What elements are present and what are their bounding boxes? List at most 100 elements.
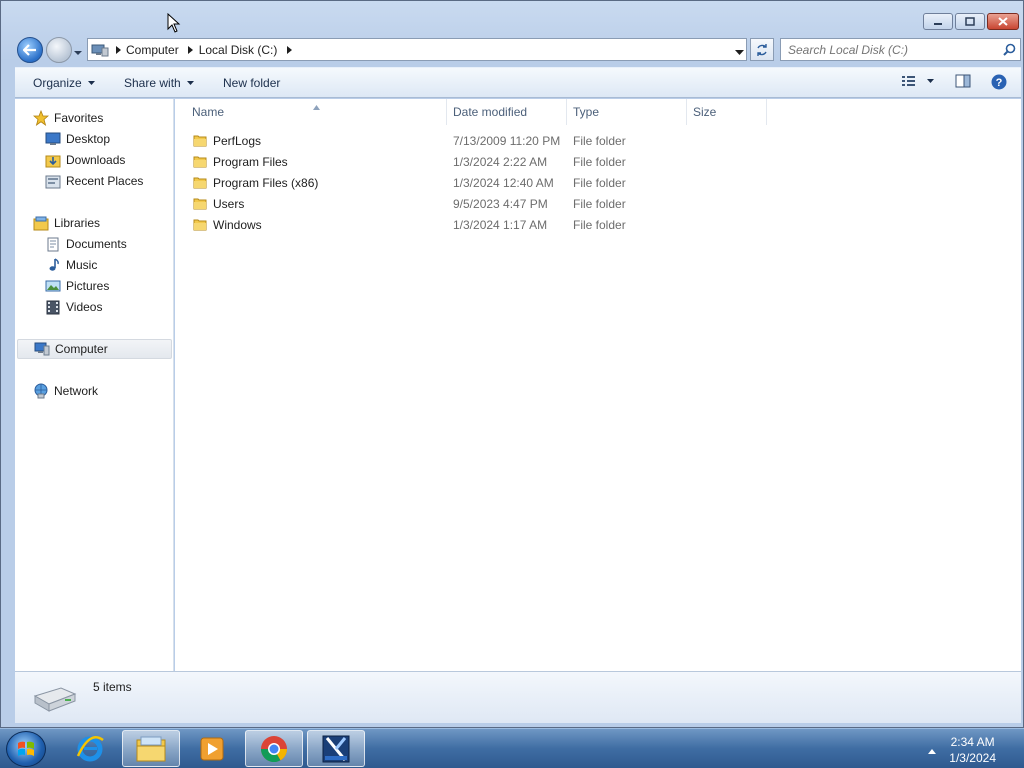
column-header-date-modified[interactable]: Date modified (453, 99, 565, 125)
nav-videos[interactable]: Videos (45, 297, 102, 317)
address-history-dropdown[interactable] (735, 45, 744, 59)
file-date: 1/3/2024 1:17 AM (453, 218, 548, 232)
pictures-icon (45, 278, 61, 294)
change-view-button[interactable] (901, 74, 934, 88)
chevron-up-icon (928, 749, 936, 754)
forward-button[interactable] (46, 37, 72, 63)
internet-explorer-taskbar-button[interactable] (61, 730, 119, 767)
title-bar[interactable] (1, 1, 1023, 33)
share-with-button[interactable]: Share with (124, 76, 194, 90)
star-icon (33, 110, 49, 126)
nav-recent-places-label: Recent Places (66, 174, 144, 188)
nav-network[interactable]: Network (33, 381, 98, 401)
file-date: 9/5/2023 4:47 PM (453, 197, 548, 211)
nav-computer-label: Computer (55, 342, 108, 356)
chrome-icon (260, 735, 288, 762)
clock-time: 2:34 AM (950, 735, 995, 749)
breadcrumb-arrow-icon[interactable] (283, 45, 295, 54)
window-controls (923, 13, 1019, 30)
show-hidden-icons-button[interactable] (928, 743, 936, 757)
help-icon: ? (991, 74, 1007, 90)
maximize-button[interactable] (955, 13, 985, 30)
share-with-label: Share with (124, 76, 181, 90)
organize-button[interactable]: Organize (33, 76, 95, 90)
file-row[interactable]: PerfLogs 7/13/2009 11:20 PM File folder (189, 131, 779, 151)
file-name: Program Files (x86) (213, 176, 319, 190)
file-row[interactable]: Program Files (x86) 1/3/2024 12:40 AM Fi… (189, 173, 779, 193)
system-tray: 2:34 AM 1/3/2024 (914, 729, 1024, 768)
preview-pane-button[interactable] (955, 74, 971, 88)
column-separator[interactable] (686, 99, 687, 125)
navigation-pane: Favorites Desktop Downloads Recent Place… (15, 99, 174, 671)
chevron-down-icon (74, 51, 82, 55)
mouse-cursor (167, 12, 181, 36)
nav-network-label: Network (54, 384, 99, 398)
new-folder-button[interactable]: New folder (223, 76, 280, 90)
downloads-folder-icon (45, 152, 61, 168)
folder-icon (136, 736, 166, 761)
hard-drive-icon (31, 684, 77, 715)
windows-explorer-taskbar-button[interactable] (122, 730, 180, 767)
nav-libraries[interactable]: Libraries (33, 213, 100, 233)
desktop-icon (45, 131, 61, 147)
column-separator[interactable] (766, 99, 767, 125)
video-editor-taskbar-button[interactable] (307, 730, 365, 767)
breadcrumb-arrow-icon[interactable] (112, 45, 124, 54)
close-button[interactable] (987, 13, 1019, 30)
file-type: File folder (573, 155, 626, 169)
details-pane: 5 items (15, 671, 1021, 723)
file-type: File folder (573, 176, 626, 190)
breadcrumb-computer[interactable]: Computer (124, 43, 185, 57)
column-separator[interactable] (446, 99, 447, 125)
search-box[interactable] (780, 38, 1021, 61)
clock-date: 1/3/2024 (949, 751, 996, 765)
taskbar: 2:34 AM 1/3/2024 (0, 728, 1024, 768)
chevron-down-icon (87, 81, 95, 85)
sort-ascending-icon (313, 99, 320, 113)
file-row[interactable]: Users 9/5/2023 4:47 PM File folder (189, 194, 779, 214)
file-name: Windows (213, 218, 262, 232)
videos-icon (45, 299, 61, 315)
nav-downloads[interactable]: Downloads (45, 150, 125, 170)
start-button[interactable] (6, 731, 46, 767)
nav-recent-places[interactable]: Recent Places (45, 171, 143, 191)
nav-desktop[interactable]: Desktop (45, 129, 110, 149)
refresh-button[interactable] (750, 38, 774, 61)
media-player-icon (200, 737, 224, 760)
column-separator[interactable] (566, 99, 567, 125)
media-player-taskbar-button[interactable] (183, 730, 241, 767)
column-type-label: Type (573, 105, 600, 119)
libraries-icon (33, 215, 49, 231)
music-icon (45, 257, 61, 273)
column-size-label: Size (693, 105, 717, 119)
breadcrumb-local-disk[interactable]: Local Disk (C:) (197, 43, 284, 57)
nav-favorites[interactable]: Favorites (33, 108, 103, 128)
folder-icon (193, 154, 207, 171)
nav-pictures[interactable]: Pictures (45, 276, 109, 296)
search-icon[interactable] (1003, 43, 1016, 59)
file-row[interactable]: Program Files 1/3/2024 2:22 AM File fold… (189, 152, 779, 172)
back-button[interactable] (17, 37, 43, 63)
nav-music[interactable]: Music (45, 255, 97, 275)
breadcrumb-arrow-icon[interactable] (185, 45, 197, 54)
file-row[interactable]: Windows 1/3/2024 1:17 AM File folder (189, 215, 779, 235)
nav-computer[interactable]: Computer (17, 339, 172, 359)
chevron-down-icon (735, 50, 744, 55)
recent-pages-button[interactable] (73, 45, 83, 59)
computer-icon (34, 341, 50, 357)
chrome-taskbar-button[interactable] (245, 730, 303, 767)
minimize-button[interactable] (923, 13, 953, 30)
search-input[interactable] (781, 39, 991, 60)
help-button[interactable]: ? (991, 74, 1007, 90)
svg-text:?: ? (996, 77, 1003, 89)
nav-pictures-label: Pictures (66, 279, 110, 293)
column-header-size[interactable]: Size (693, 99, 765, 125)
clock[interactable]: 2:34 AM 1/3/2024 (949, 734, 996, 766)
folder-icon (193, 175, 207, 192)
column-header-type[interactable]: Type (573, 99, 685, 125)
address-bar[interactable]: Computer Local Disk (C:) (87, 38, 747, 61)
organize-label: Organize (33, 76, 82, 90)
nav-documents[interactable]: Documents (45, 234, 127, 254)
nav-documents-label: Documents (66, 237, 127, 251)
file-type: File folder (573, 134, 626, 148)
